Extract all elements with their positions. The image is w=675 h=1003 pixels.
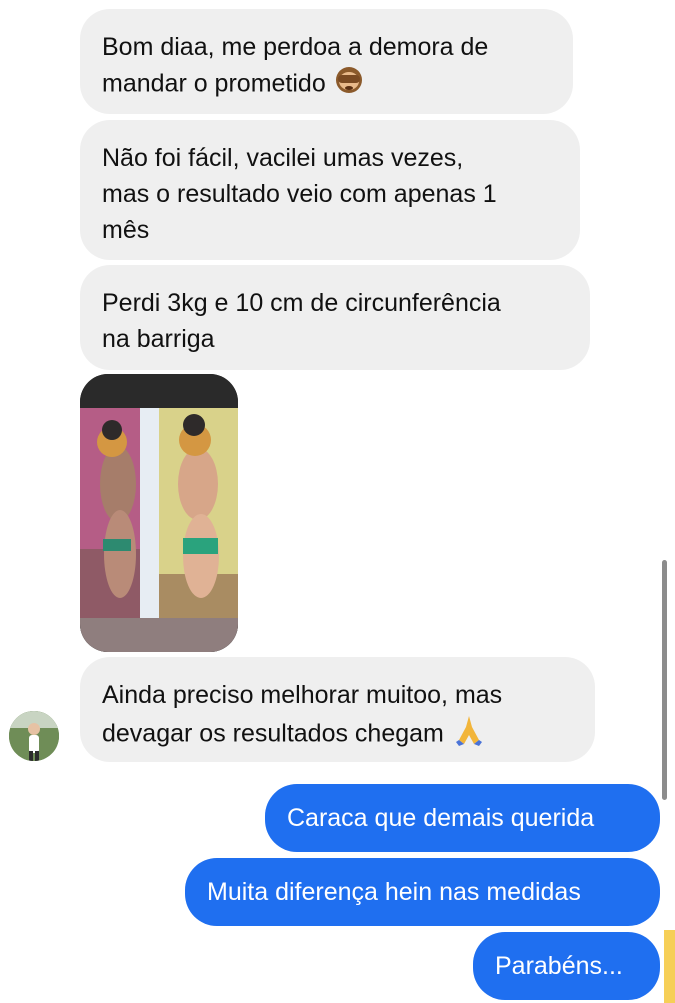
message-line: Muita diferença hein nas medidas [207,878,581,906]
see-no-evil-monkey-icon [334,65,364,105]
message-line: Perdi 3kg e 10 cm de circunferência [102,289,501,317]
incoming-message[interactable]: Bom diaa, me perdoa a demora de mandar o… [80,9,573,114]
contact-avatar-image [9,711,59,761]
message-line: Bom diaa, me perdoa a demora de [102,33,489,61]
message-line: mês [102,216,150,244]
message-line-text: devagar os resultados chegam [102,719,444,748]
before-after-photo[interactable] [80,374,238,652]
folded-hands-icon [452,713,486,757]
outgoing-message[interactable]: Muita diferença hein nas medidas [185,858,660,926]
message-line: mandar o prometido [102,65,551,105]
message-line: na barriga [102,325,215,353]
incoming-message[interactable]: Perdi 3kg e 10 cm de circunferência na b… [80,265,590,370]
scrollbar[interactable] [662,560,667,800]
message-line-text: mandar o prometido [102,69,326,98]
message-line: Ainda preciso melhorar muitoo, mas [102,681,503,709]
outgoing-message[interactable]: Caraca que demais querida [265,784,660,852]
message-line: Parabéns... [495,952,623,980]
message-line: devagar os resultados chegam [102,713,573,757]
avatar[interactable] [9,711,59,761]
before-after-image [80,374,238,652]
message-line: Caraca que demais querida [287,804,595,832]
message-line: mas o resultado veio com apenas 1 [102,180,497,208]
outgoing-message[interactable]: Parabéns... [473,932,660,1000]
edge-highlight [664,930,675,1003]
incoming-message[interactable]: Ainda preciso melhorar muitoo, mas devag… [80,657,595,762]
chat-thread: Bom diaa, me perdoa a demora de mandar o… [0,0,675,1003]
incoming-message[interactable]: Não foi fácil, vacilei umas vezes, mas o… [80,120,580,260]
message-line: Não foi fácil, vacilei umas vezes, [102,144,464,172]
